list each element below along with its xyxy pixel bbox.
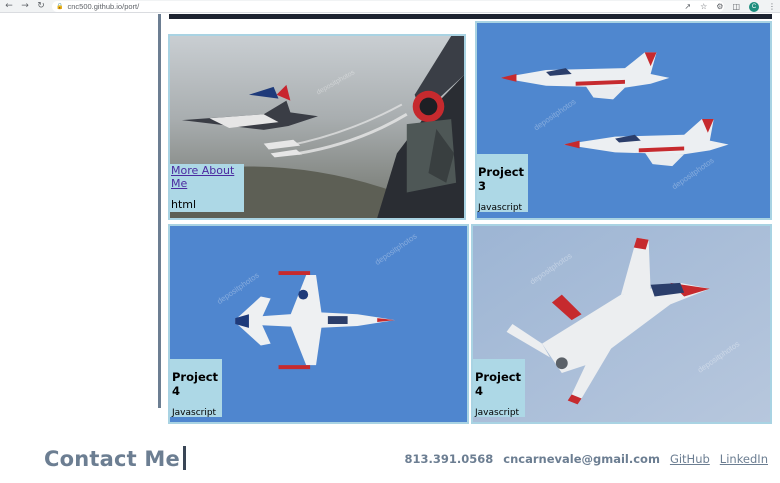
contact-heading: Contact Me — [44, 446, 186, 471]
project-label: Project 3 Javascript — [477, 154, 528, 213]
browser-toolbar: ← → ↻ 🔒 cnc500.github.io/port/ ↗ ☆ ⚙ ◫ C… — [0, 0, 780, 13]
text-caret — [182, 446, 186, 470]
email-address: cncarnevale@gmail.com — [503, 452, 660, 466]
contact-heading-text: Contact Me — [44, 447, 180, 471]
avatar[interactable]: C — [749, 1, 759, 12]
menu-icon[interactable]: ⋮ — [768, 2, 776, 11]
extensions-icon[interactable]: ⚙ — [716, 2, 723, 11]
project-card-4b[interactable]: depositphotos depositphotos Project 4 Ja… — [471, 224, 772, 424]
share-icon[interactable]: ↗ — [684, 2, 691, 11]
project-language: Javascript — [475, 408, 520, 418]
project-label: More About Me html — [170, 164, 244, 212]
project-label: Project 4 Javascript — [473, 359, 525, 418]
github-link[interactable]: GitHub — [670, 452, 710, 466]
arrow-right-icon[interactable]: → — [18, 0, 32, 13]
linkedin-link[interactable]: LinkedIn — [720, 452, 768, 466]
phone-number: 813.391.0568 — [404, 452, 494, 466]
arrow-left-icon[interactable]: ← — [2, 0, 16, 13]
browser-actions: ↗ ☆ ⚙ ◫ C ⋮ — [684, 0, 776, 13]
project-language: Javascript — [478, 203, 523, 213]
contact-links: 813.391.0568 cncarnevale@gmail.com GitHu… — [405, 452, 769, 466]
reload-icon[interactable]: ↻ — [34, 0, 48, 13]
star-icon[interactable]: ☆ — [700, 2, 707, 11]
more-about-me-link[interactable]: More About Me — [171, 164, 244, 190]
project-language: Javascript — [172, 408, 217, 418]
project-card-4a[interactable]: depositphotos depositphotos Project 4 Ja… — [168, 224, 469, 424]
project-language: html — [171, 198, 197, 211]
project-card-3[interactable]: depositphotos depositphotos Project 3 Ja… — [475, 21, 772, 220]
project-title: Project 4 — [172, 370, 219, 398]
left-divider — [158, 14, 161, 408]
sidebar-icon[interactable]: ◫ — [732, 2, 740, 11]
project-title: Project 3 — [478, 165, 525, 193]
address-bar[interactable]: 🔒 cnc500.github.io/port/ — [52, 1, 724, 12]
project-label: Project 4 Javascript — [170, 359, 222, 418]
project-title: Project 4 — [475, 370, 522, 398]
project-card-about[interactable]: depositphotos More About Me html — [168, 34, 466, 220]
url-text: cnc500.github.io/port/ — [67, 2, 140, 11]
lock-icon: 🔒 — [56, 4, 64, 10]
previous-card-edge — [169, 14, 772, 19]
